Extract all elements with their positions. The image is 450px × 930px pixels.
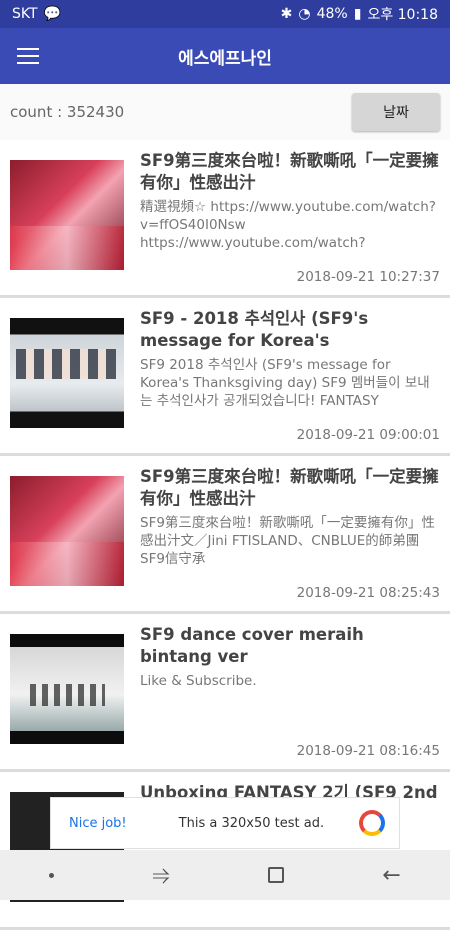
video-date: 2018-09-21 08:25:43: [296, 585, 440, 601]
video-card[interactable]: SF9第三度來台啦！新歌嘶吼「一定要擁有你」性感出汁 SF9第三度來台啦！新歌嘶…: [0, 456, 450, 614]
video-card[interactable]: SF9 dance cover meraih bintang ver Like …: [0, 614, 450, 772]
ad-text: This a 320x50 test ad.: [178, 815, 325, 831]
video-title: SF9 - 2018 추석인사 (SF9's message for Korea…: [140, 309, 369, 350]
video-title: SF9第三度來台啦！新歌嘶吼「一定要擁有你」性感出汁: [140, 467, 439, 508]
ad-banner[interactable]: Nice job! This a 320x50 test ad.: [50, 797, 400, 849]
chat-icon: 💬: [43, 6, 61, 22]
video-date: 2018-09-21 10:27:37: [296, 269, 440, 285]
recent-apps-icon[interactable]: ⥤: [152, 863, 170, 888]
count-row: count : 352430 날짜: [0, 84, 450, 140]
app-title: 에스에프나인: [178, 48, 272, 69]
back-icon[interactable]: ←: [382, 863, 400, 888]
ad-nice-label: Nice job!: [69, 815, 127, 831]
video-title: SF9第三度來台啦！新歌嘶吼「一定要擁有你」性感出汁: [140, 151, 439, 192]
video-description: SF9第三度來台啦！新歌嘶吼「一定要擁有你」性感出汁文／Jini FTISLAN…: [140, 515, 435, 567]
menu-icon[interactable]: [0, 28, 56, 84]
video-title: SF9 dance cover meraih bintang ver: [140, 625, 364, 666]
admob-logo-icon: [359, 810, 385, 836]
home-icon[interactable]: [268, 867, 285, 883]
app-bar: 에스에프나인: [0, 28, 450, 84]
video-date: 2018-09-21 08:16:45: [296, 743, 440, 759]
video-description: 精選視頻☆ https://www.youtube.com/watch?v=ff…: [140, 199, 436, 251]
count-label: count : 352430: [10, 103, 125, 121]
battery-percent: 48%: [316, 6, 348, 22]
battery-icon: ▮: [353, 6, 362, 22]
dot-icon: [49, 872, 55, 878]
video-date: 2018-09-21 09:00:01: [296, 427, 440, 443]
bluetooth-icon: ✱: [280, 6, 293, 22]
status-bar: SKT 💬 ✱ ◔ 48% ▮ 오후 10:18: [0, 0, 450, 28]
video-description: SF9 2018 추석인사 (SF9's message for Korea's…: [140, 357, 430, 409]
video-thumbnail[interactable]: [10, 634, 124, 744]
video-thumbnail[interactable]: [10, 476, 124, 586]
video-description: Like & Subscribe.: [140, 673, 257, 689]
clock: 오후 10:18: [367, 7, 438, 23]
wifi-icon: ◔: [298, 6, 311, 22]
video-thumbnail[interactable]: [10, 318, 124, 428]
sort-by-date-button[interactable]: 날짜: [352, 93, 440, 131]
video-card[interactable]: SF9第三度來台啦！新歌嘶吼「一定要擁有你」性感出汁 精選視頻☆ https:/…: [0, 140, 450, 298]
video-card[interactable]: SF9 - 2018 추석인사 (SF9's message for Korea…: [0, 298, 450, 456]
navigation-bar: ⥤ ←: [0, 850, 450, 900]
video-thumbnail[interactable]: [10, 160, 124, 270]
carrier-label: SKT: [12, 6, 38, 22]
